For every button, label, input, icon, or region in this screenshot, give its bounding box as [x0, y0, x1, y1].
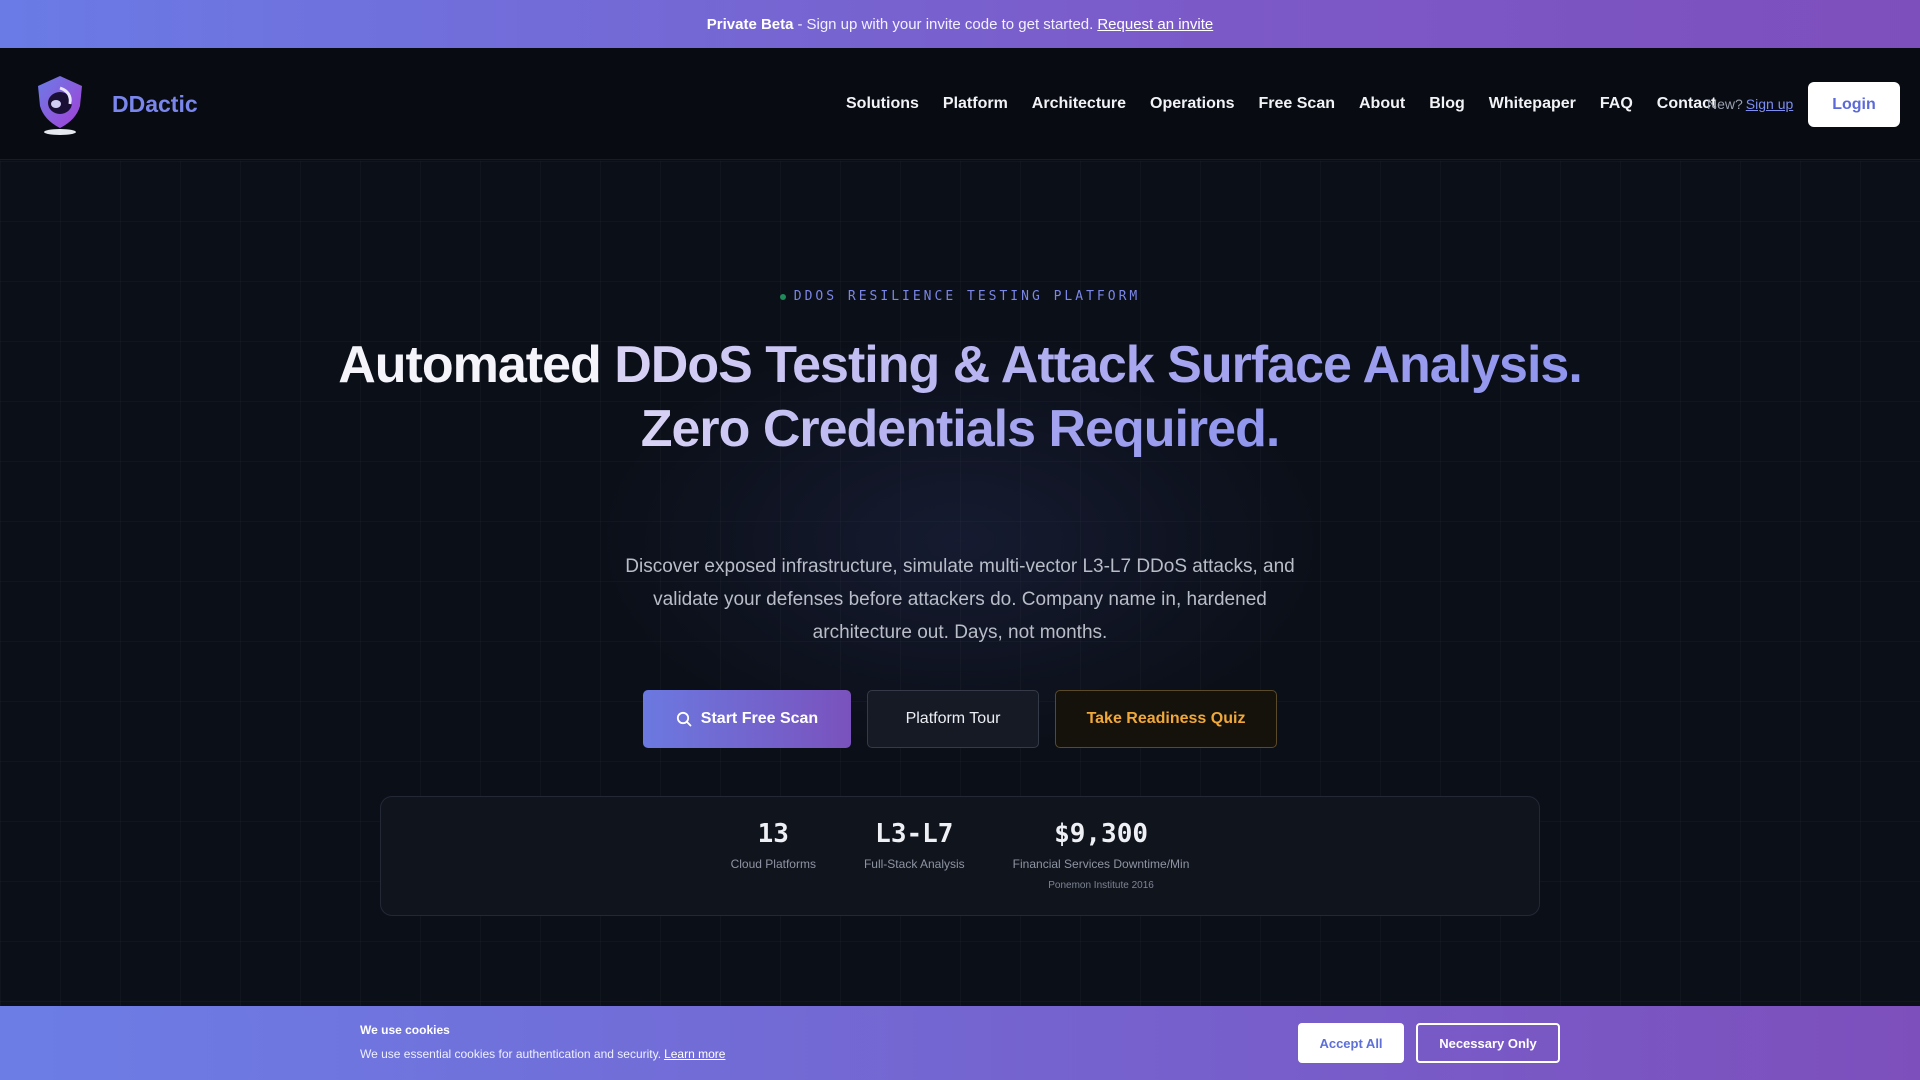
nav-link-about[interactable]: About — [1359, 95, 1405, 113]
search-icon — [676, 711, 692, 727]
headline-part-1: Automated — [338, 336, 615, 394]
beta-banner: Private Beta - Sign up with your invite … — [0, 0, 1920, 48]
nav-link-blog[interactable]: Blog — [1429, 95, 1465, 113]
stat-label: Financial Services Downtime/Min — [1012, 857, 1190, 871]
nav-link-faq[interactable]: FAQ — [1600, 95, 1633, 113]
stat-value: L3-L7 — [875, 819, 954, 849]
cookie-banner: We use cookies We use essential cookies … — [0, 1006, 1920, 1080]
login-button[interactable]: Login — [1808, 82, 1900, 127]
accept-all-button[interactable]: Accept All — [1298, 1023, 1404, 1063]
learn-more-link[interactable]: Learn more — [664, 1047, 725, 1061]
signup-prompt: New? Sign up — [1707, 88, 1793, 120]
cookie-title: We use cookies — [360, 1023, 450, 1037]
shield-logo-icon[interactable] — [34, 74, 86, 136]
new-user-text: New? — [1707, 96, 1743, 112]
main-nav: Solutions Platform Architecture Operatio… — [846, 88, 1716, 120]
cookie-text: We use essential cookies for authenticat… — [360, 1047, 725, 1061]
nav-link-solutions[interactable]: Solutions — [846, 95, 919, 113]
stat-value: 13 — [757, 819, 789, 849]
banner-bold-label: Private Beta — [706, 15, 794, 33]
nav-link-operations[interactable]: Operations — [1150, 95, 1234, 113]
start-free-scan-label: Start Free Scan — [700, 710, 819, 727]
banner-separator: - — [797, 15, 803, 33]
stat-item: 13 Cloud Platforms — [731, 819, 816, 891]
banner-text: Sign up with your invite code to get sta… — [806, 15, 1094, 33]
cta-buttons: Start Free Scan Platform Tour Take Readi… — [643, 690, 1277, 748]
signup-link[interactable]: Sign up — [1746, 96, 1793, 112]
site-header: DDactic Solutions Platform Architecture … — [0, 48, 1920, 160]
stat-value: $9,300 — [1054, 819, 1148, 849]
nav-link-platform[interactable]: Platform — [943, 95, 1008, 113]
request-invite-link[interactable]: Request an invite — [1097, 16, 1213, 33]
hero-subtitle: Discover exposed infrastructure, simulat… — [625, 556, 1295, 643]
necessary-only-button[interactable]: Necessary Only — [1416, 1023, 1560, 1063]
cookie-message: We use essential cookies for authenticat… — [360, 1047, 662, 1061]
stat-label: Full-Stack Analysis — [863, 857, 965, 871]
hero-eyebrow: DDOS RESILIENCE TESTING PLATFORM — [0, 289, 1920, 304]
stat-item: L3-L7 Full-Stack Analysis — [864, 819, 965, 891]
nav-link-architecture[interactable]: Architecture — [1032, 95, 1126, 113]
start-free-scan-button[interactable]: Start Free Scan — [643, 690, 851, 748]
headline-line-2: Zero Credentials Required. — [640, 400, 1281, 458]
stat-item: $9,300 Financial Services Downtime/Min P… — [1013, 819, 1190, 891]
headline-part-2: DDoS Testing & Attack Surface Analysis. — [614, 336, 1583, 394]
stat-label: Cloud Platforms — [730, 857, 816, 871]
brand-name[interactable]: DDactic — [112, 88, 198, 120]
readiness-quiz-button[interactable]: Take Readiness Quiz — [1055, 690, 1277, 748]
stats-row: 13 Cloud Platforms L3-L7 Full-Stack Anal… — [381, 819, 1539, 891]
eyebrow-text: DDOS RESILIENCE TESTING PLATFORM — [793, 289, 1141, 304]
stat-source-note: Ponemon Institute 2016 — [1048, 880, 1154, 891]
nav-link-whitepaper[interactable]: Whitepaper — [1489, 95, 1576, 113]
hero-headline: Automated DDoS Testing & Attack Surface … — [300, 333, 1620, 461]
stats-card: 13 Cloud Platforms L3-L7 Full-Stack Anal… — [380, 796, 1540, 916]
nav-link-free-scan[interactable]: Free Scan — [1259, 95, 1335, 113]
platform-tour-button[interactable]: Platform Tour — [867, 690, 1039, 748]
status-dot-icon — [779, 293, 786, 300]
hero-section: DDOS RESILIENCE TESTING PLATFORM Automat… — [0, 161, 1920, 1006]
